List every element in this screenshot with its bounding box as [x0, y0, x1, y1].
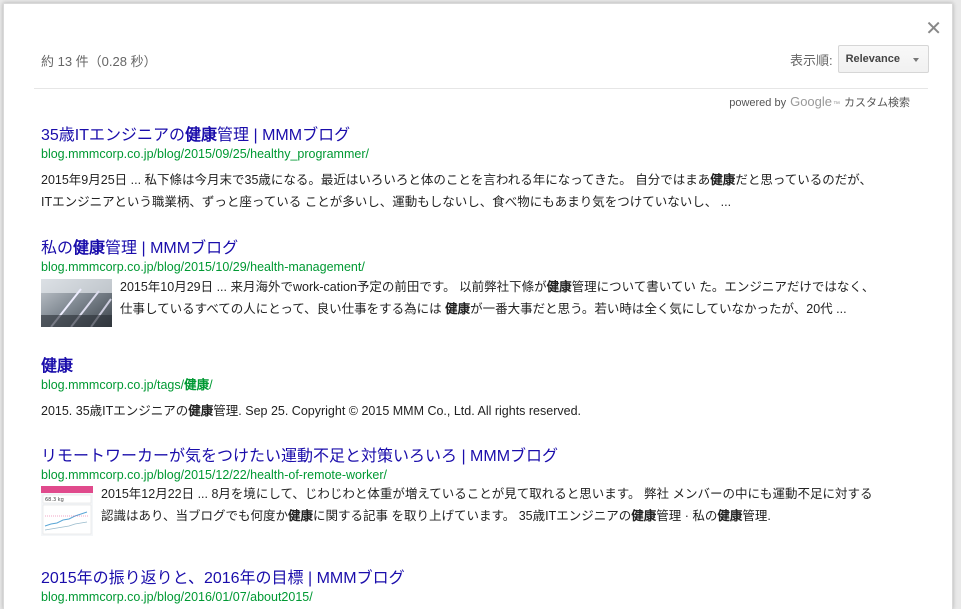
branding-suffix: カスタム検索: [844, 97, 910, 109]
chevron-down-icon: [913, 58, 919, 62]
result-snippet: 2015年10月29日 ... 来月海外でwork-cation予定の前田です。…: [120, 276, 874, 327]
title-text: 35歳ITエンジニアの: [41, 127, 186, 144]
search-results-panel: ✕ 約 13 件（0.28 秒） 表示順: Relevance powered …: [3, 3, 953, 609]
result-url: blog.mmmcorp.co.jp/blog/2015/10/29/healt…: [41, 260, 365, 274]
snippet-text: 管理. Sep 25. Copyright © 2015 MMM Co., Lt…: [213, 404, 581, 418]
result-url: blog.mmmcorp.co.jp/blog/2015/09/25/healt…: [41, 147, 369, 161]
snippet-highlight: 健康: [710, 173, 736, 187]
close-icon[interactable]: ✕: [925, 18, 942, 38]
result-count: 約 13 件（0.28 秒）: [41, 54, 157, 69]
snippet-highlight: 健康: [188, 404, 214, 418]
search-result: 35歳ITエンジニアの健康管理 | MMMブログ blog.mmmcorp.co…: [41, 126, 921, 213]
result-title-link[interactable]: 2015年の振り返りと、2016年の目標 | MMMブログ: [41, 569, 921, 589]
snippet-text: だと思っているのだが、: [735, 173, 872, 187]
url-highlight: 健康: [184, 378, 210, 392]
result-url: blog.mmmcorp.co.jp/blog/2016/01/07/about…: [41, 590, 313, 604]
search-result: 健康 blog.mmmcorp.co.jp/tags/健康/ 2015. 35歳…: [41, 357, 921, 422]
snippet-text: 2015年9月25日 ... 私下條は今月末で35歳になる。最近はいろいろと体の…: [41, 173, 711, 187]
result-thumbnail[interactable]: 68.3 kg: [41, 486, 93, 536]
search-result: リモートワーカーが気をつけたい運動不足と対策いろいろ | MMMブログ blog…: [41, 447, 921, 536]
google-logo: Google: [790, 94, 832, 109]
snippet-text: ITエンジニアという職業柄、ずっと座っている ことが多いし、運動もしないし、食べ…: [41, 195, 732, 209]
search-result: 2015年の振り返りと、2016年の目標 | MMMブログ blog.mmmco…: [41, 569, 921, 605]
result-title-link[interactable]: 35歳ITエンジニアの健康管理 | MMMブログ: [41, 126, 921, 146]
title-text: 私の: [41, 240, 74, 257]
snippet-text: 2015. 35歳ITエンジニアの: [41, 404, 189, 418]
snippet-text: に関する記事 を取り上げています。 35歳ITエンジニアの: [313, 509, 632, 523]
snippet-highlight: 健康: [445, 302, 471, 316]
divider: [34, 88, 928, 89]
sort-value: Relevance: [845, 53, 900, 65]
result-snippet: 2015年12月22日 ... 8月を境にして、じわじわと体重が増えていることが…: [101, 483, 873, 536]
trademark-mark: ™: [833, 101, 840, 108]
url-text: /: [209, 378, 213, 392]
sort-label: 表示順:: [789, 52, 833, 68]
result-snippet: 2015年9月25日 ... 私下條は今月末で35歳になる。最近はいろいろと体の…: [41, 169, 921, 213]
result-snippet: 2015. 35歳ITエンジニアの健康管理. Sep 25. Copyright…: [41, 400, 921, 422]
snippet-text: 2015年10月29日 ... 来月海外でwork-cation予定の前田です。…: [120, 280, 547, 294]
thumb-weight-text: 68.3 kg: [45, 497, 64, 503]
snippet-highlight: 健康: [631, 509, 657, 523]
result-title-link[interactable]: 健康: [41, 357, 921, 377]
result-title-link[interactable]: リモートワーカーが気をつけたい運動不足と対策いろいろ | MMMブログ: [41, 447, 921, 467]
search-result: 私の健康管理 | MMMブログ blog.mmmcorp.co.jp/blog/…: [41, 239, 921, 327]
snippet-text: 2015年12月22日 ... 8月を境にして、じわじわと体重が増えていることが…: [101, 487, 873, 501]
snippet-highlight: 健康: [546, 280, 572, 294]
title-highlight: 健康: [41, 358, 74, 375]
url-text: blog.mmmcorp.co.jp/tags/: [41, 378, 185, 392]
branding-powered: powered by: [729, 97, 787, 109]
result-url: blog.mmmcorp.co.jp/blog/2015/12/22/healt…: [41, 468, 388, 482]
snippet-highlight: 健康: [288, 509, 314, 523]
weight-graph-image: 68.3 kg: [41, 486, 93, 536]
result-url: blog.mmmcorp.co.jp/tags/健康/: [41, 377, 921, 393]
title-highlight: 健康: [185, 127, 218, 144]
title-highlight: 健康: [73, 240, 106, 257]
sort-control: 表示順: Relevance: [790, 45, 929, 73]
google-branding: powered by Google ™ カスタム検索: [729, 94, 910, 110]
result-thumbnail[interactable]: [41, 279, 112, 327]
snippet-highlight: 健康: [717, 509, 743, 523]
result-title-link[interactable]: 私の健康管理 | MMMブログ: [41, 239, 921, 259]
title-text: 管理 | MMMブログ: [105, 240, 239, 257]
title-text: 管理 | MMMブログ: [217, 127, 351, 144]
snippet-text: 管理について書いてい た。エンジニアだけではなく、: [571, 280, 875, 294]
sort-dropdown[interactable]: Relevance: [837, 45, 929, 73]
snippet-text: が一番大事だと思う。若い時は全く気にしていなかったが、20代 ...: [470, 302, 847, 316]
snippet-text: 仕事しているすべての人にとって、良い仕事をする為には: [120, 302, 446, 316]
snippet-text: 認識はあり、当ブログでも何度か: [101, 509, 289, 523]
snippet-text: 管理 · 私の: [656, 509, 718, 523]
snippet-text: 管理.: [742, 509, 771, 523]
treadmill-image: [41, 279, 112, 327]
